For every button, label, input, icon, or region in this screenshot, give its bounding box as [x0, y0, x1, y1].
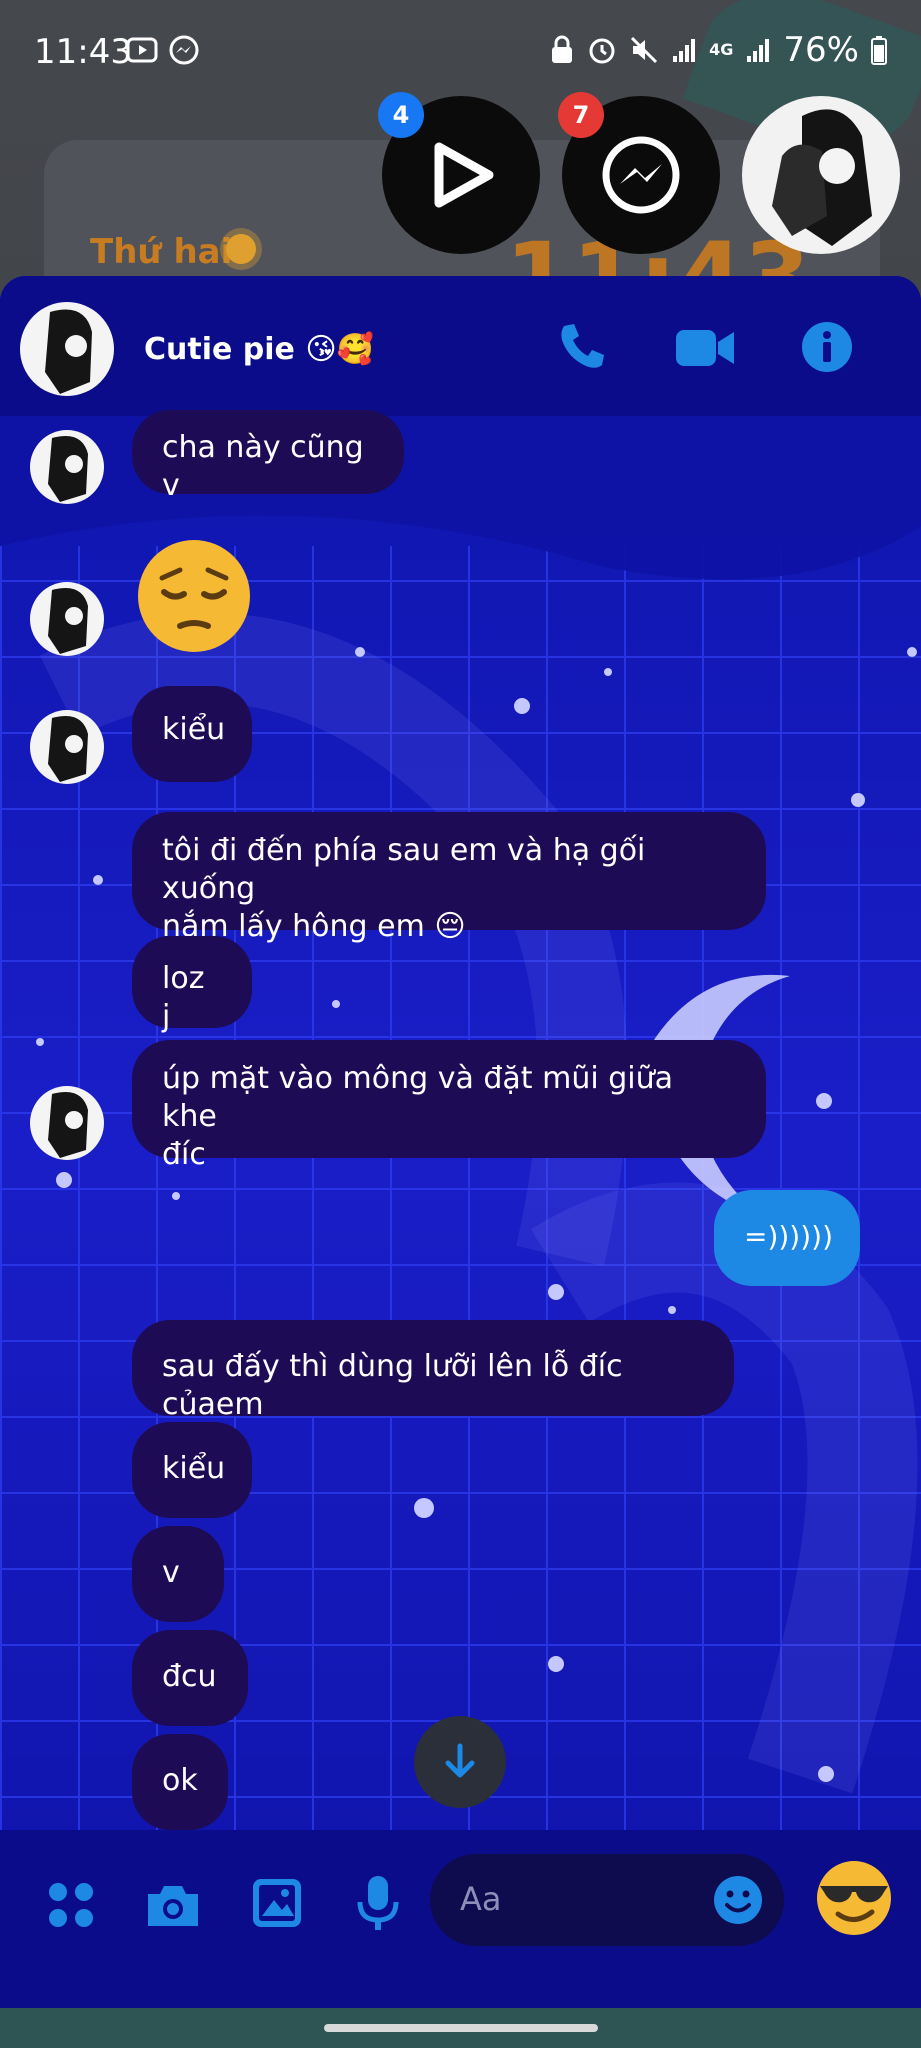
avatar-image [48, 716, 88, 782]
emoji-icon[interactable] [712, 1874, 764, 1926]
message-bubble[interactable]: đcu [132, 1630, 248, 1726]
pensive-face-emoji [138, 540, 250, 652]
status-system-icons: 4G 76% [549, 30, 887, 70]
unread-badge: 4 [378, 92, 424, 138]
youtube-notification-icon [126, 37, 158, 63]
info-icon[interactable] [800, 320, 854, 374]
message-input-placeholder: Aa [460, 1880, 502, 1918]
message-bubble[interactable]: úp mặt vào mông và đặt mũi giữa khe đíc [132, 1040, 766, 1172]
mute-icon [631, 36, 658, 64]
battery-percent: 76% [783, 30, 859, 70]
sender-avatar[interactable] [30, 430, 104, 504]
avatar-image [48, 1092, 88, 1158]
microphone-icon[interactable] [356, 1874, 400, 1934]
contact-chat-head[interactable] [742, 96, 900, 254]
contact-name[interactable]: Cutie pie 😘🥰 [144, 332, 374, 367]
status-bar: 11:43 4G 76% [0, 0, 921, 104]
network-label: 4G [709, 40, 734, 59]
camera-icon[interactable] [144, 1882, 202, 1930]
message-composer: Aa [0, 1830, 921, 2008]
emoji-message[interactable] [136, 538, 252, 654]
contact-avatar[interactable] [20, 302, 114, 396]
message-line: nắm lấy hông em 😔 [162, 909, 466, 944]
play-icon [434, 142, 494, 208]
arrow-down-icon [445, 1743, 475, 1778]
signal-icon [673, 39, 696, 62]
message-bubble[interactable]: sau đấy thì dùng lưỡi lên lỗ đíc củaem [132, 1320, 734, 1422]
avatar-image [48, 588, 88, 654]
message-bubble[interactable]: kiểu [132, 1422, 252, 1518]
home-indicator[interactable] [324, 2024, 598, 2032]
youtube-chat-head[interactable]: 4 [378, 92, 540, 254]
scroll-to-bottom-button[interactable] [414, 1716, 506, 1808]
more-icon[interactable] [46, 1880, 96, 1930]
message-bubble[interactable]: cha này cũng v [132, 410, 404, 503]
message-line: tôi đi đến phía sau em và hạ gối xuống [162, 833, 646, 906]
phone-call-icon[interactable] [556, 320, 608, 372]
message-bubble[interactable]: loz j [132, 936, 252, 1034]
avatar-image [45, 309, 92, 394]
message-line: úp mặt vào mông và đặt mũi giữa khe [162, 1061, 673, 1134]
quick-reaction-emoji[interactable] [814, 1858, 894, 1938]
sender-avatar[interactable] [30, 582, 104, 656]
lock-icon [552, 35, 573, 63]
avatar-image [48, 436, 88, 502]
gallery-icon[interactable] [250, 1876, 304, 1930]
message-bubble[interactable]: tôi đi đến phía sau em và hạ gối xuống n… [132, 812, 766, 944]
video-call-icon[interactable] [674, 328, 736, 368]
messenger-notification-icon [169, 35, 199, 65]
message-line: đíc [162, 1137, 206, 1172]
outgoing-message-bubble[interactable]: =)))))) [714, 1190, 860, 1286]
unread-badge: 7 [558, 92, 604, 138]
signal-icon [747, 39, 770, 62]
widget-day: Thứ hai [90, 232, 233, 272]
battery-icon [871, 36, 887, 65]
message-bubble[interactable]: ok [132, 1734, 228, 1830]
chat-header: Cutie pie 😘🥰 [0, 276, 921, 416]
messenger-chat-head[interactable]: 7 [558, 92, 720, 254]
alarm-icon [589, 38, 615, 64]
message-bubble[interactable]: kiểu [132, 686, 252, 782]
message-bubble[interactable]: v [132, 1526, 224, 1622]
contact-avatar-image [772, 109, 872, 246]
status-time: 11:43 [34, 32, 132, 72]
message-input[interactable]: Aa [430, 1854, 784, 1946]
messenger-icon [602, 136, 680, 214]
sender-avatar[interactable] [30, 710, 104, 784]
sun-icon [226, 234, 256, 264]
sender-avatar[interactable] [30, 1086, 104, 1160]
